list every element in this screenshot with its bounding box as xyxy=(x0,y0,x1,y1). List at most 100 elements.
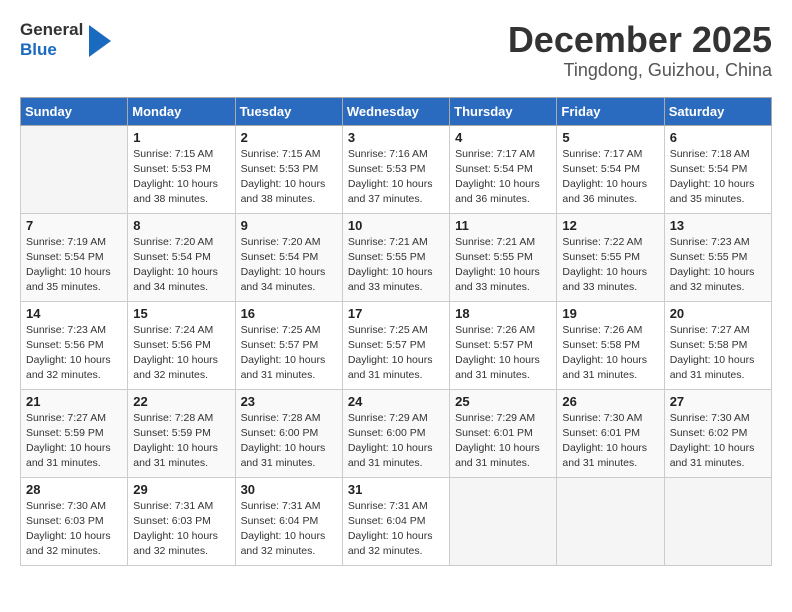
day-info: Sunrise: 7:19 AM Sunset: 5:54 PM Dayligh… xyxy=(26,235,122,296)
day-number: 4 xyxy=(455,130,551,145)
day-info: Sunrise: 7:31 AM Sunset: 6:04 PM Dayligh… xyxy=(241,499,337,560)
calendar-cell xyxy=(21,125,128,213)
calendar-week-4: 21Sunrise: 7:27 AM Sunset: 5:59 PM Dayli… xyxy=(21,389,772,477)
day-number: 3 xyxy=(348,130,444,145)
day-number: 19 xyxy=(562,306,658,321)
day-number: 14 xyxy=(26,306,122,321)
weekday-header-monday: Monday xyxy=(128,97,235,125)
day-number: 11 xyxy=(455,218,551,233)
logo-line1: General xyxy=(20,20,83,40)
day-number: 30 xyxy=(241,482,337,497)
calendar-cell: 10 Sunrise: 7:21 AM Sunset: 5:55 PM Dayli… xyxy=(342,213,449,301)
calendar-cell: 11 Sunrise: 7:21 AM Sunset: 5:55 PM Dayli… xyxy=(450,213,557,301)
day-info: Sunrise: 7:17 AM Sunset: 5:54 PM Dayligh… xyxy=(455,147,551,208)
calendar-cell: 28 Sunrise: 7:30 AM Sunset: 6:03 PM Dayli… xyxy=(21,477,128,565)
page-header: General Blue December 2025 Tingdong, Gui… xyxy=(20,20,772,81)
day-info: Sunrise: 7:18 AM Sunset: 5:54 PM Dayligh… xyxy=(670,147,766,208)
day-number: 10 xyxy=(348,218,444,233)
day-number: 28 xyxy=(26,482,122,497)
day-info: Sunrise: 7:30 AM Sunset: 6:03 PM Dayligh… xyxy=(26,499,122,560)
calendar-cell xyxy=(450,477,557,565)
calendar-week-3: 14 Sunrise: 7:23 AM Sunset: 5:56 PM Dayli… xyxy=(21,301,772,389)
day-info: Sunrise: 7:22 AM Sunset: 5:55 PM Dayligh… xyxy=(562,235,658,296)
day-info: Sunrise: 7:31 AM Sunset: 6:04 PM Dayligh… xyxy=(348,499,444,560)
logo-line2: Blue xyxy=(20,40,83,60)
weekday-header-saturday: Saturday xyxy=(664,97,771,125)
day-info: Sunrise: 7:24 AM Sunset: 5:56 PM Dayligh… xyxy=(133,323,229,384)
calendar-cell: 31 Sunrise: 7:31 AM Sunset: 6:04 PM Dayli… xyxy=(342,477,449,565)
calendar-cell: 29Sunrise: 7:31 AM Sunset: 6:03 PM Dayli… xyxy=(128,477,235,565)
calendar-cell: 21Sunrise: 7:27 AM Sunset: 5:59 PM Dayli… xyxy=(21,389,128,477)
day-info: Sunrise: 7:28 AM Sunset: 6:00 PM Dayligh… xyxy=(241,411,337,472)
calendar-table: SundayMondayTuesdayWednesdayThursdayFrid… xyxy=(20,97,772,566)
day-info: Sunrise: 7:25 AM Sunset: 5:57 PM Dayligh… xyxy=(241,323,337,384)
day-info: Sunrise: 7:15 AM Sunset: 5:53 PM Dayligh… xyxy=(133,147,229,208)
calendar-cell: 17 Sunrise: 7:25 AM Sunset: 5:57 PM Dayli… xyxy=(342,301,449,389)
logo-arrow-icon xyxy=(89,25,111,57)
day-number: 31 xyxy=(348,482,444,497)
calendar-cell: 22Sunrise: 7:28 AM Sunset: 5:59 PM Dayli… xyxy=(128,389,235,477)
calendar-cell: 24 Sunrise: 7:29 AM Sunset: 6:00 PM Dayli… xyxy=(342,389,449,477)
calendar-cell: 9Sunrise: 7:20 AM Sunset: 5:54 PM Daylig… xyxy=(235,213,342,301)
calendar-cell: 12 Sunrise: 7:22 AM Sunset: 5:55 PM Dayli… xyxy=(557,213,664,301)
day-info: Sunrise: 7:21 AM Sunset: 5:55 PM Dayligh… xyxy=(348,235,444,296)
calendar-cell: 6 Sunrise: 7:18 AM Sunset: 5:54 PM Daylig… xyxy=(664,125,771,213)
day-info: Sunrise: 7:29 AM Sunset: 6:01 PM Dayligh… xyxy=(455,411,551,472)
calendar-cell: 8Sunrise: 7:20 AM Sunset: 5:54 PM Daylig… xyxy=(128,213,235,301)
day-number: 16 xyxy=(241,306,337,321)
day-number: 23 xyxy=(241,394,337,409)
day-info: Sunrise: 7:23 AM Sunset: 5:56 PM Dayligh… xyxy=(26,323,122,384)
calendar-cell: 27Sunrise: 7:30 AM Sunset: 6:02 PM Dayli… xyxy=(664,389,771,477)
calendar-cell: 20 Sunrise: 7:27 AM Sunset: 5:58 PM Dayli… xyxy=(664,301,771,389)
calendar-cell: 23 Sunrise: 7:28 AM Sunset: 6:00 PM Dayli… xyxy=(235,389,342,477)
weekday-header-row: SundayMondayTuesdayWednesdayThursdayFrid… xyxy=(21,97,772,125)
day-number: 6 xyxy=(670,130,766,145)
day-number: 15 xyxy=(133,306,229,321)
day-info: Sunrise: 7:27 AM Sunset: 5:58 PM Dayligh… xyxy=(670,323,766,384)
calendar-cell: 1 Sunrise: 7:15 AM Sunset: 5:53 PM Daylig… xyxy=(128,125,235,213)
calendar-subtitle: Tingdong, Guizhou, China xyxy=(508,60,772,81)
day-number: 12 xyxy=(562,218,658,233)
calendar-cell: 25 Sunrise: 7:29 AM Sunset: 6:01 PM Dayli… xyxy=(450,389,557,477)
logo: General Blue xyxy=(20,20,111,59)
day-number: 20 xyxy=(670,306,766,321)
calendar-cell xyxy=(664,477,771,565)
weekday-header-wednesday: Wednesday xyxy=(342,97,449,125)
weekday-header-tuesday: Tuesday xyxy=(235,97,342,125)
weekday-header-friday: Friday xyxy=(557,97,664,125)
day-info: Sunrise: 7:16 AM Sunset: 5:53 PM Dayligh… xyxy=(348,147,444,208)
day-info: Sunrise: 7:30 AM Sunset: 6:01 PM Dayligh… xyxy=(562,411,658,472)
title-block: December 2025 Tingdong, Guizhou, China xyxy=(508,20,772,81)
day-info: Sunrise: 7:30 AM Sunset: 6:02 PM Dayligh… xyxy=(670,411,766,472)
calendar-cell: 13 Sunrise: 7:23 AM Sunset: 5:55 PM Dayli… xyxy=(664,213,771,301)
weekday-header-sunday: Sunday xyxy=(21,97,128,125)
calendar-cell: 18Sunrise: 7:26 AM Sunset: 5:57 PM Dayli… xyxy=(450,301,557,389)
day-number: 7 xyxy=(26,218,122,233)
day-number: 26 xyxy=(562,394,658,409)
calendar-week-1: 1 Sunrise: 7:15 AM Sunset: 5:53 PM Daylig… xyxy=(21,125,772,213)
calendar-cell: 5Sunrise: 7:17 AM Sunset: 5:54 PM Daylig… xyxy=(557,125,664,213)
day-info: Sunrise: 7:29 AM Sunset: 6:00 PM Dayligh… xyxy=(348,411,444,472)
day-info: Sunrise: 7:15 AM Sunset: 5:53 PM Dayligh… xyxy=(241,147,337,208)
day-number: 13 xyxy=(670,218,766,233)
day-info: Sunrise: 7:23 AM Sunset: 5:55 PM Dayligh… xyxy=(670,235,766,296)
calendar-cell: 3 Sunrise: 7:16 AM Sunset: 5:53 PM Daylig… xyxy=(342,125,449,213)
calendar-title: December 2025 xyxy=(508,20,772,60)
day-info: Sunrise: 7:25 AM Sunset: 5:57 PM Dayligh… xyxy=(348,323,444,384)
day-number: 1 xyxy=(133,130,229,145)
calendar-cell: 14 Sunrise: 7:23 AM Sunset: 5:56 PM Dayli… xyxy=(21,301,128,389)
calendar-week-2: 7 Sunrise: 7:19 AM Sunset: 5:54 PM Daylig… xyxy=(21,213,772,301)
day-number: 5 xyxy=(562,130,658,145)
day-info: Sunrise: 7:27 AM Sunset: 5:59 PM Dayligh… xyxy=(26,411,122,472)
calendar-cell: 19Sunrise: 7:26 AM Sunset: 5:58 PM Dayli… xyxy=(557,301,664,389)
day-info: Sunrise: 7:21 AM Sunset: 5:55 PM Dayligh… xyxy=(455,235,551,296)
day-info: Sunrise: 7:20 AM Sunset: 5:54 PM Dayligh… xyxy=(241,235,337,296)
day-info: Sunrise: 7:26 AM Sunset: 5:57 PM Dayligh… xyxy=(455,323,551,384)
day-info: Sunrise: 7:28 AM Sunset: 5:59 PM Dayligh… xyxy=(133,411,229,472)
calendar-cell: 15 Sunrise: 7:24 AM Sunset: 5:56 PM Dayli… xyxy=(128,301,235,389)
calendar-cell: 16 Sunrise: 7:25 AM Sunset: 5:57 PM Dayli… xyxy=(235,301,342,389)
day-number: 25 xyxy=(455,394,551,409)
day-number: 24 xyxy=(348,394,444,409)
day-number: 17 xyxy=(348,306,444,321)
calendar-cell: 26 Sunrise: 7:30 AM Sunset: 6:01 PM Dayli… xyxy=(557,389,664,477)
